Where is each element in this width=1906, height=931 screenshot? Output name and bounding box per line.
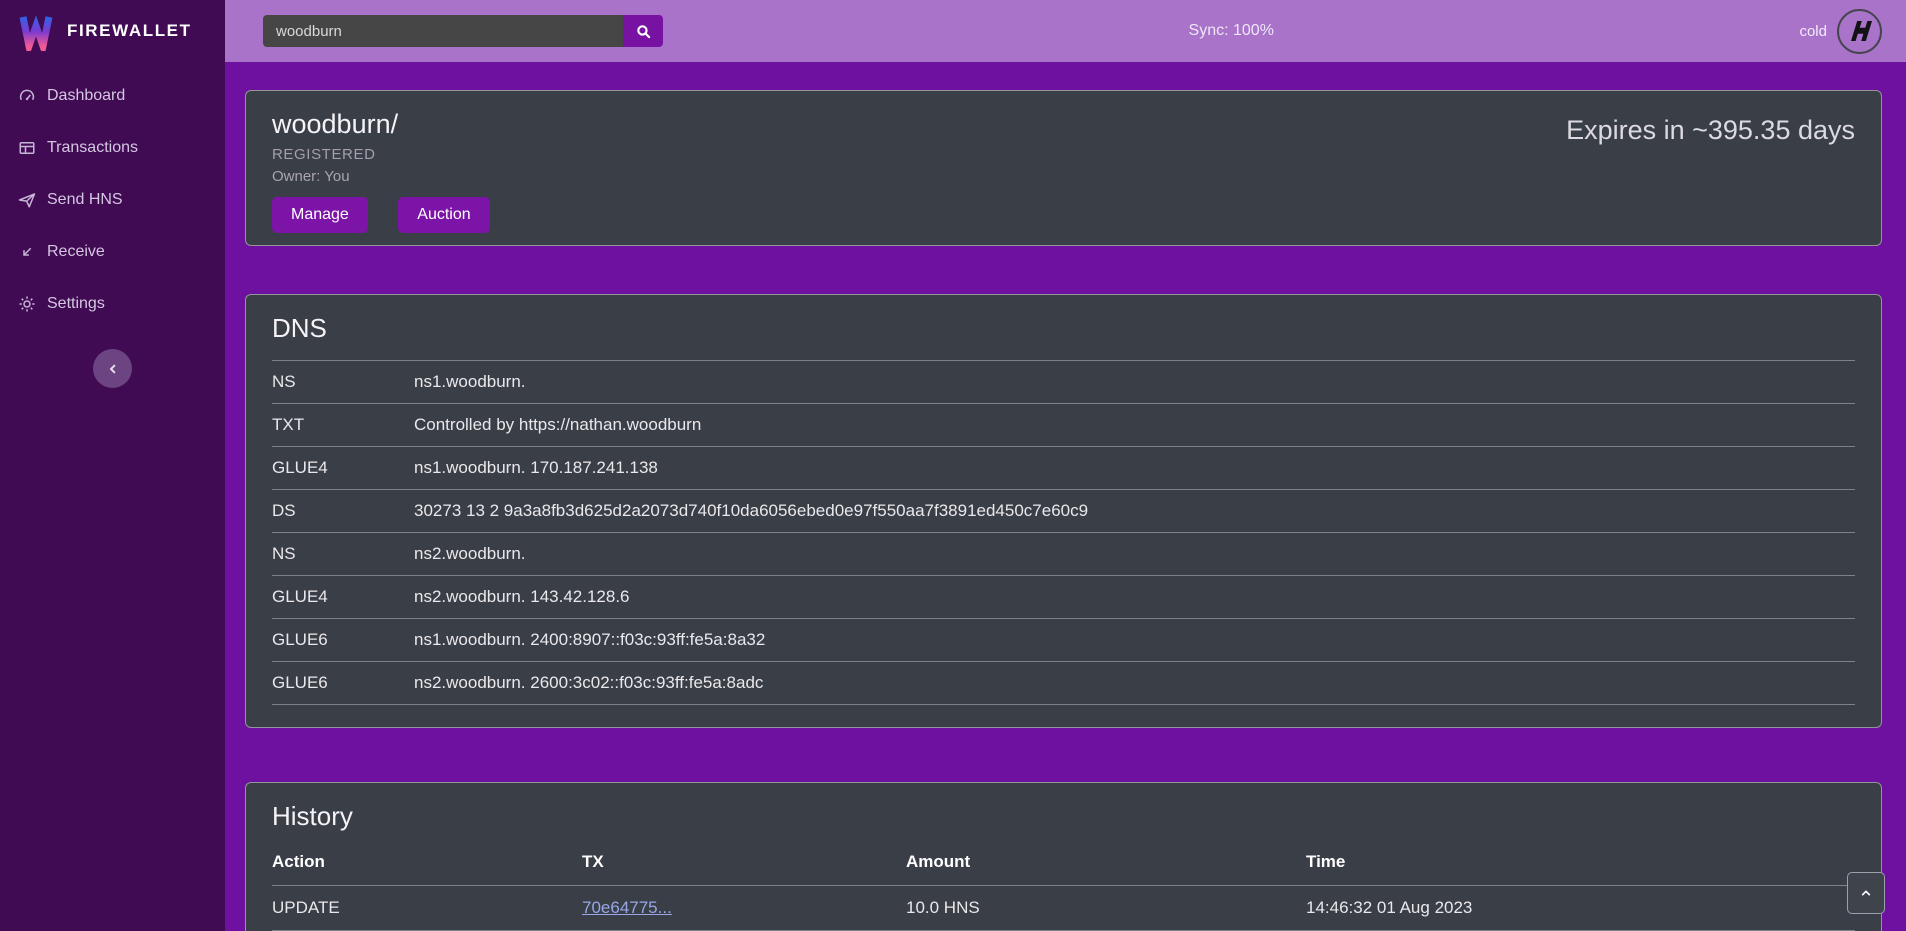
dns-record-type: DS [272,490,414,533]
receive-icon [18,243,36,261]
dns-record-value: ns2.woodburn. 143.42.128.6 [414,576,1855,619]
sidebar-item-dashboard[interactable]: Dashboard [0,70,225,122]
sidebar-item-receive[interactable]: Receive [0,226,225,278]
search-bar [263,15,663,47]
dns-record-row: DS 30273 13 2 9a3a8fb3d625d2a2073d740f10… [272,490,1855,533]
dns-record-row: GLUE6 ns2.woodburn. 2600:3c02::f03c:93ff… [272,662,1855,705]
history-col-tx: TX [582,844,906,886]
dns-record-type: TXT [272,404,414,447]
search-button[interactable] [623,15,663,47]
domain-status-badge: REGISTERED [272,146,516,163]
history-time: 14:46:32 01 Aug 2023 [1306,886,1855,931]
history-col-time: Time [1306,844,1855,886]
domain-title: woodburn/ [272,109,516,140]
history-row: UPDATE 70e64775... 10.0 HNS 14:46:32 01 … [272,886,1855,931]
history-header-row: Action TX Amount Time [272,844,1855,886]
dns-record-type: NS [272,533,414,576]
sidebar: FIREWALLET Dashboard [0,0,225,931]
dns-record-type: GLUE6 [272,662,414,705]
sidebar-item-label: Dashboard [47,87,125,105]
dns-record-type: NS [272,361,414,404]
dns-record-value: ns2.woodburn. [414,533,1855,576]
sidebar-nav: Dashboard Transactions S [0,62,225,330]
dns-record-row: NS ns1.woodburn. [272,361,1855,404]
sidebar-item-transactions[interactable]: Transactions [0,122,225,174]
chevron-up-icon [1858,885,1874,901]
history-action: UPDATE [272,886,582,931]
domain-card: woodburn/ REGISTERED Owner: You Manage A… [245,90,1882,246]
domain-owner-label: Owner: You [272,168,516,185]
sidebar-item-label: Receive [47,243,105,261]
history-table: Action TX Amount Time UPDATE 70e64775...… [272,844,1855,931]
domain-info: woodburn/ REGISTERED Owner: You Manage A… [272,107,516,233]
wallet-status: cold [1799,9,1882,54]
send-icon [18,191,36,209]
sidebar-item-label: Settings [47,295,105,313]
sidebar-item-send-hns[interactable]: Send HNS [0,174,225,226]
domain-actions: Manage Auction [272,197,516,233]
dns-card: DNS NS ns1.woodburn. TXT Controlled by h… [245,294,1882,728]
history-col-amount: Amount [906,844,1306,886]
history-col-action: Action [272,844,582,886]
dns-record-value: ns1.woodburn. 2400:8907::f03c:93ff:fe5a:… [414,619,1855,662]
dns-record-value: 30273 13 2 9a3a8fb3d625d2a2073d740f10da6… [414,490,1855,533]
sidebar-item-label: Send HNS [47,191,123,209]
wallet-mode-label: cold [1799,23,1827,40]
dns-record-type: GLUE4 [272,447,414,490]
scroll-top-button[interactable] [1847,872,1885,914]
manage-button[interactable]: Manage [272,197,368,233]
sidebar-item-label: Transactions [47,139,138,157]
dns-card-title: DNS [272,313,1855,344]
sidebar-item-settings[interactable]: Settings [0,278,225,330]
tx-link[interactable]: 70e64775... [582,898,672,917]
brand-name: FIREWALLET [67,21,192,41]
dns-record-value: ns1.woodburn. 170.187.241.138 [414,447,1855,490]
dns-record-type: GLUE4 [272,576,414,619]
domain-expiry-label: Expires in ~395.35 days [1566,115,1855,146]
history-amount: 10.0 HNS [906,886,1306,931]
main-column: Sync: 100% cold woodburn/ REGISTERED [225,0,1906,931]
transactions-icon [18,139,36,157]
dns-record-row: GLUE6 ns1.woodburn. 2400:8907::f03c:93ff… [272,619,1855,662]
page-content: woodburn/ REGISTERED Owner: You Manage A… [225,62,1906,931]
handshake-logo-icon [1842,14,1876,48]
auction-button[interactable]: Auction [398,197,489,233]
topbar: Sync: 100% cold [225,0,1906,62]
settings-icon [18,295,36,313]
firewallet-w-logo-icon [16,11,56,51]
wallet-badge-button[interactable] [1837,9,1882,54]
dns-record-row: NS ns2.woodburn. [272,533,1855,576]
sync-status: Sync: 100% [1189,22,1274,40]
dns-record-value: ns2.woodburn. 2600:3c02::f03c:93ff:fe5a:… [414,662,1855,705]
history-card: History Action TX Amount Time UPDATE [245,782,1882,931]
search-icon [635,23,652,40]
dns-table: NS ns1.woodburn. TXT Controlled by https… [272,360,1855,705]
dashboard-icon [18,87,36,105]
dns-record-value: ns1.woodburn. [414,361,1855,404]
history-card-title: History [272,801,1855,832]
app-window: FIREWALLET Dashboard [0,0,1906,931]
dns-record-value: Controlled by https://nathan.woodburn [414,404,1855,447]
dns-record-row: TXT Controlled by https://nathan.woodbur… [272,404,1855,447]
dns-record-row: GLUE4 ns2.woodburn. 143.42.128.6 [272,576,1855,619]
sidebar-collapse-button[interactable] [93,349,132,388]
chevron-left-icon [105,361,121,377]
dns-record-row: GLUE4 ns1.woodburn. 170.187.241.138 [272,447,1855,490]
brand[interactable]: FIREWALLET [0,0,225,62]
dns-record-type: GLUE6 [272,619,414,662]
search-input[interactable] [263,15,623,47]
